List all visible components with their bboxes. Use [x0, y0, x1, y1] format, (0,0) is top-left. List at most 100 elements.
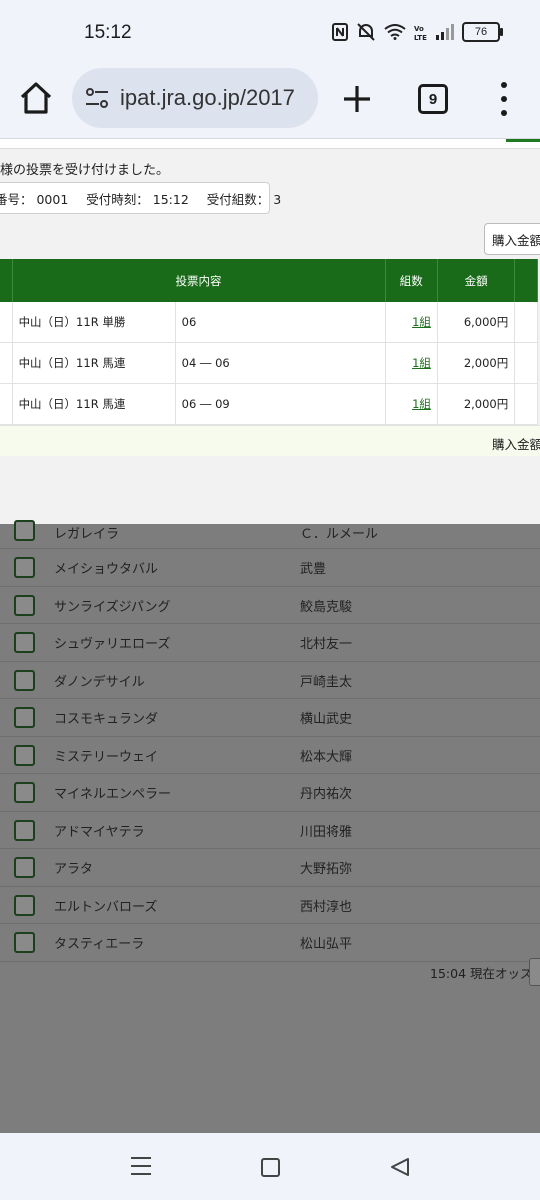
- wifi-icon: [384, 24, 406, 40]
- bet-row: 中山（日）11R 馬連 06 ― 09 1組 2,000円: [0, 383, 538, 425]
- plus-icon[interactable]: [338, 80, 376, 118]
- horse-list: レガレイラ Ｃ．ルメール メイショウタバル 武豊 サンライズジパング 鮫島克駿 シュヴ…: [0, 520, 540, 962]
- status-icons: Vo LTE 76: [332, 22, 503, 42]
- recents-icon[interactable]: [131, 1157, 151, 1175]
- dialog-bottom: [0, 456, 540, 524]
- horse-name: ダノンデサイル: [54, 674, 145, 690]
- footer-buy-total-label: 購入金額: [492, 437, 540, 452]
- horse-checkbox[interactable]: [14, 857, 35, 878]
- bet-row: 中山（日）11R 馬連 04 ― 06 1組 2,000円: [0, 342, 538, 384]
- horse-checkbox[interactable]: [14, 669, 35, 691]
- home-icon[interactable]: [18, 80, 54, 116]
- jockey-name: 川田将雅: [300, 824, 353, 840]
- home-key-icon[interactable]: [261, 1158, 280, 1177]
- jockey-name: Ｃ．ルメール: [300, 527, 379, 542]
- more-menu-icon[interactable]: [494, 82, 514, 116]
- bet-race: 中山（日）11R 馬連: [12, 383, 176, 425]
- jockey-name: 西村淳也: [300, 899, 353, 915]
- jockey-name: 丹内祐次: [300, 787, 353, 802]
- horse-checkbox[interactable]: [14, 707, 35, 728]
- bet-content: 04 ― 06: [175, 342, 386, 384]
- receipt-number: 番号： 0001: [0, 191, 69, 207]
- site-settings-icon[interactable]: [84, 85, 110, 111]
- bet-count-link[interactable]: 1組: [412, 356, 431, 370]
- accepted-message: 様の投票を受け付けました。: [0, 163, 170, 178]
- bet-table-footer: 購入金額: [0, 425, 540, 456]
- receipt-info: 番号： 0001 受付時刻： 15:12 受付組数： 3: [0, 182, 281, 214]
- bet-row: 中山（日）11R 単勝 06 1組 6,000円: [0, 302, 538, 343]
- horse-row: メイショウタバル 武豊: [0, 549, 540, 587]
- url-text[interactable]: ipat.jra.go.jp/2017: [120, 85, 295, 111]
- jockey-name: 武豊: [300, 562, 327, 577]
- bet-count-link[interactable]: 1組: [412, 397, 431, 411]
- jockey-name: 松本大輝: [300, 749, 353, 765]
- horse-name: レガレイラ: [54, 527, 120, 542]
- horse-checkbox[interactable]: [14, 819, 35, 841]
- bet-race: 中山（日）11R 単勝: [12, 302, 176, 343]
- horse-row: アドマイヤテラ 川田将雅: [0, 812, 540, 849]
- horse-name: エルトンバローズ: [54, 899, 158, 915]
- bet-amount: 2,000円: [437, 383, 516, 425]
- jockey-name: 北村友一: [300, 637, 353, 652]
- jockey-name: 松山弘平: [300, 937, 353, 952]
- odds-button[interactable]: [529, 958, 540, 986]
- horse-name: アドマイヤテラ: [54, 824, 145, 840]
- jockey-name: 戸崎圭太: [300, 674, 353, 690]
- status-bar: 15:12 Vo LTE 76: [0, 0, 540, 64]
- dialog-top-accent: [506, 139, 540, 142]
- header-cell: [0, 259, 13, 302]
- horse-checkbox[interactable]: [14, 782, 35, 803]
- horse-name: タスティエーラ: [54, 937, 145, 952]
- horse-row: シュヴァリエローズ 北村友一: [0, 624, 540, 662]
- tabs-icon[interactable]: 9: [418, 84, 448, 114]
- bet-race: 中山（日）11R 馬連: [12, 342, 176, 384]
- svg-text:LTE: LTE: [414, 34, 427, 41]
- horse-row: エルトンバローズ 西村淳也: [0, 887, 540, 924]
- horse-checkbox[interactable]: [14, 632, 35, 653]
- horse-name: メイショウタバル: [54, 562, 159, 577]
- bet-table: 投票内容 組数 金額 中山（日）11R 単勝 06 1組 6,000円 中山（日…: [0, 259, 538, 425]
- vote-confirmation-dialog: 様の投票を受け付けました。 番号： 0001 受付時刻： 15:12 受付組数：…: [0, 139, 540, 524]
- status-time: 15:12: [84, 22, 132, 43]
- horse-name: シュヴァリエローズ: [54, 637, 171, 652]
- horse-checkbox[interactable]: [14, 520, 35, 541]
- horse-name: ミステリーウェイ: [54, 749, 159, 765]
- nfc-icon: [332, 23, 348, 41]
- battery-level: 76: [474, 26, 488, 38]
- header-amount: 金額: [437, 259, 516, 302]
- bet-amount: 6,000円: [437, 302, 516, 343]
- receipt-time: 受付時刻： 15:12: [86, 191, 189, 207]
- header-cell: [514, 259, 538, 302]
- horse-row: サンライズジパング 鮫島克駿: [0, 587, 540, 624]
- horse-row: タスティエーラ 松山弘平: [0, 924, 540, 962]
- system-nav-bar: [0, 1133, 540, 1200]
- buy-total-button[interactable]: 購入金額: [484, 223, 540, 255]
- horse-row: マイネルエンペラー 丹内祐次: [0, 774, 540, 812]
- header-count: 組数: [385, 259, 438, 302]
- horse-checkbox[interactable]: [14, 557, 35, 578]
- dialog-top-edge: [0, 139, 540, 149]
- signal-icon: [436, 24, 454, 40]
- browser-toolbar: ipat.jra.go.jp/2017 9: [0, 64, 540, 139]
- horse-row: アラタ 大野拓弥: [0, 849, 540, 887]
- bet-count-link[interactable]: 1組: [412, 315, 431, 329]
- horse-checkbox[interactable]: [14, 894, 35, 916]
- bet-content: 06: [175, 302, 386, 343]
- battery-icon: 76: [462, 22, 503, 42]
- horse-row: ミステリーウェイ 松本大輝: [0, 737, 540, 774]
- bet-content: 06 ― 09: [175, 383, 386, 425]
- horse-checkbox[interactable]: [14, 594, 35, 616]
- horse-row: コスモキュランダ 横山武史: [0, 699, 540, 737]
- horse-row: ダノンデサイル 戸崎圭太: [0, 662, 540, 699]
- jockey-name: 大野拓弥: [300, 862, 353, 877]
- horse-name: コスモキュランダ: [54, 712, 159, 727]
- tab-count: 9: [428, 90, 438, 108]
- address-bar[interactable]: ipat.jra.go.jp/2017: [72, 68, 318, 128]
- back-icon[interactable]: [389, 1156, 411, 1178]
- horse-checkbox[interactable]: [14, 932, 35, 953]
- svg-text:Vo: Vo: [414, 25, 424, 33]
- horse-name: サンライズジパング: [54, 599, 171, 615]
- volte-icon: VoLTE: [414, 25, 427, 41]
- jockey-name: 鮫島克駿: [300, 599, 353, 615]
- horse-checkbox[interactable]: [14, 744, 35, 766]
